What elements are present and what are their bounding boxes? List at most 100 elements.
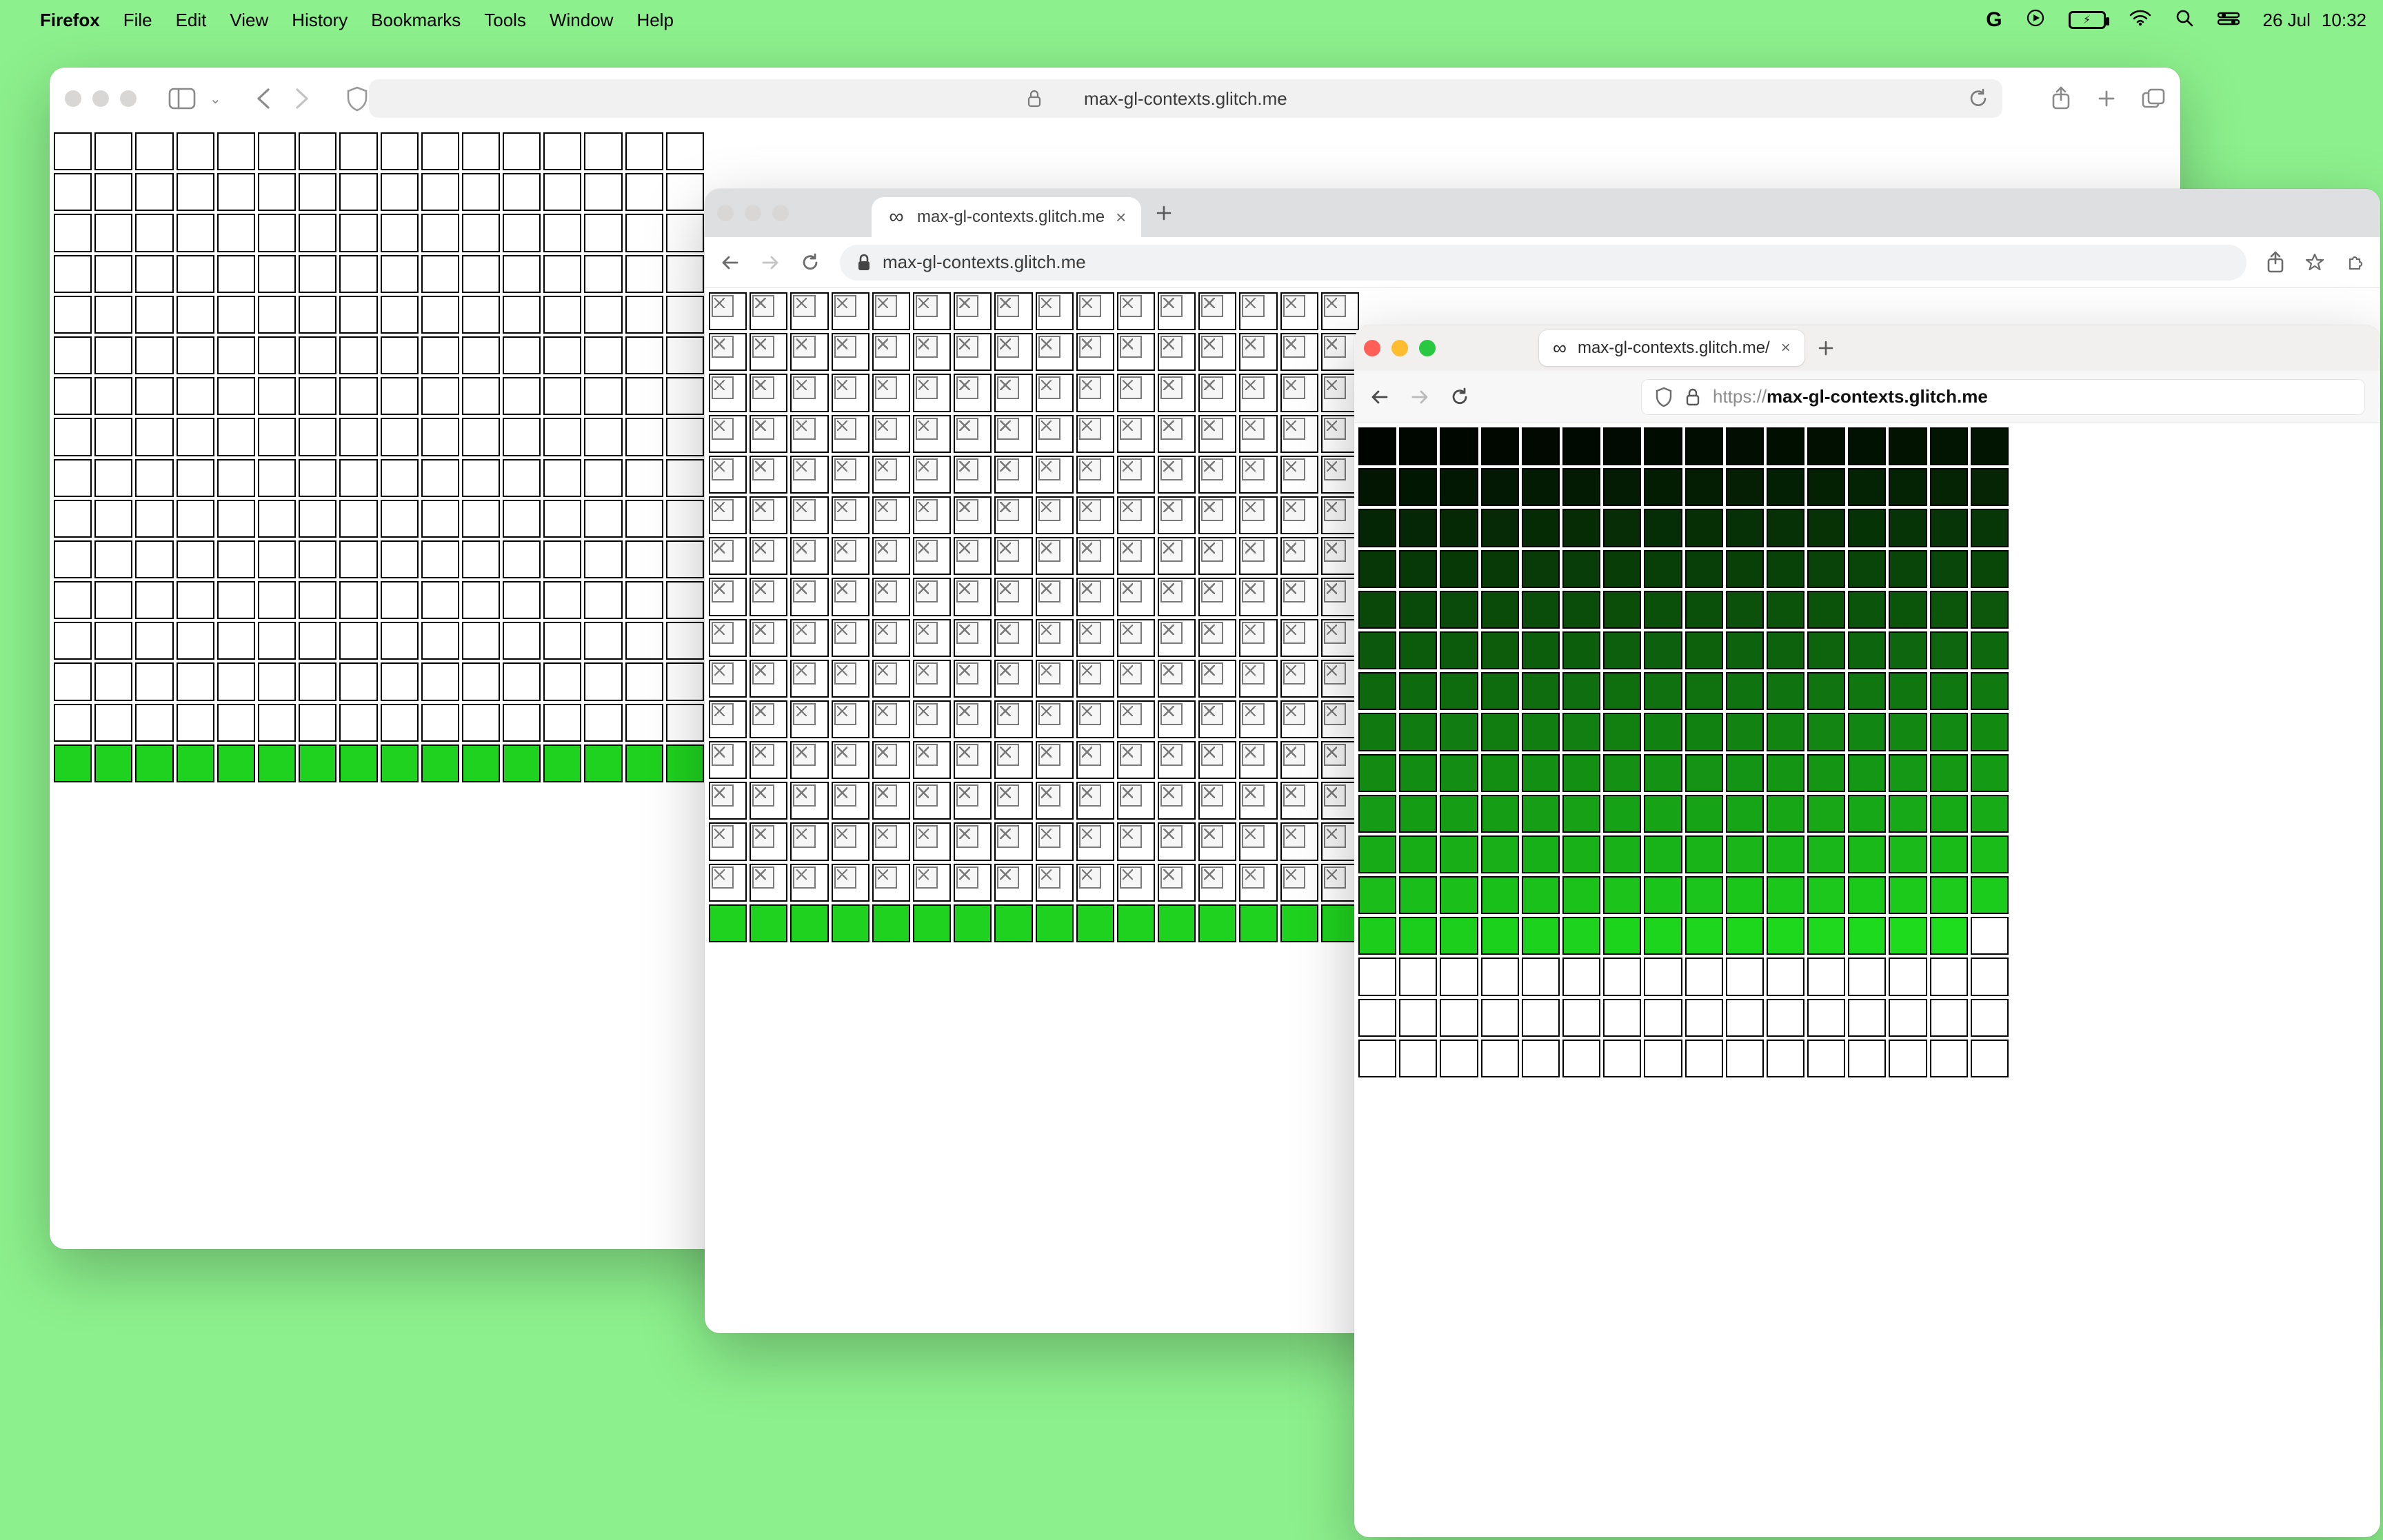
grid-cell bbox=[1726, 631, 1764, 669]
menu-history[interactable]: History bbox=[292, 10, 348, 31]
grid-cell bbox=[1076, 292, 1114, 330]
grid-cell bbox=[666, 704, 704, 742]
grid-cell bbox=[1358, 468, 1396, 506]
firefox-tab-active[interactable]: ∞ max-gl-contexts.glitch.me/ × bbox=[1539, 330, 1804, 366]
grid-cell bbox=[790, 496, 828, 534]
grid-cell bbox=[913, 415, 951, 453]
grid-cell bbox=[1321, 578, 1359, 616]
grid-cell bbox=[1930, 631, 1968, 669]
grid-cell bbox=[135, 540, 173, 578]
safari-back-icon[interactable] bbox=[254, 87, 272, 110]
firefox-close-button[interactable] bbox=[1364, 340, 1380, 356]
firefox-tab-close-icon[interactable]: × bbox=[1781, 338, 1791, 358]
grid-cell bbox=[1117, 456, 1155, 494]
safari-tabs-icon[interactable] bbox=[2142, 86, 2165, 111]
firefox-back-icon[interactable] bbox=[1369, 387, 1390, 407]
safari-forward-icon[interactable] bbox=[293, 87, 311, 110]
chrome-reload-icon[interactable] bbox=[800, 252, 821, 273]
safari-sidebar-icon[interactable] bbox=[168, 88, 196, 110]
grid-cell bbox=[1685, 1040, 1723, 1077]
grid-cell bbox=[1889, 631, 1927, 669]
firefox-forward-icon[interactable] bbox=[1409, 387, 1430, 407]
grammarly-icon[interactable]: G bbox=[1986, 10, 2002, 30]
chrome-extensions-icon[interactable] bbox=[2344, 251, 2365, 274]
safari-close-button[interactable] bbox=[65, 90, 81, 107]
menu-file[interactable]: File bbox=[123, 10, 152, 31]
grid-cell bbox=[1280, 782, 1318, 820]
grid-cell bbox=[1358, 550, 1396, 588]
grid-cell bbox=[832, 700, 869, 738]
grid-cell bbox=[790, 782, 828, 820]
grid-cell bbox=[381, 540, 419, 578]
safari-minimize-button[interactable] bbox=[92, 90, 109, 107]
firefox-traffic-lights[interactable] bbox=[1364, 340, 1436, 356]
menu-window[interactable]: Window bbox=[550, 10, 613, 31]
grid-cell bbox=[1358, 631, 1396, 669]
chrome-forward-icon[interactable] bbox=[760, 252, 781, 273]
chrome-tab-active[interactable]: ∞ max-gl-contexts.glitch.me × bbox=[872, 197, 1141, 237]
grid-cell bbox=[1889, 550, 1927, 588]
chrome-traffic-lights[interactable] bbox=[717, 205, 789, 221]
safari-traffic-lights[interactable] bbox=[65, 90, 137, 107]
grid-cell bbox=[135, 744, 173, 782]
grid-cell bbox=[872, 822, 910, 860]
grid-cell bbox=[1726, 1040, 1764, 1077]
grid-cell bbox=[339, 214, 377, 252]
grid-cell bbox=[421, 336, 459, 374]
safari-sidebar-caret-icon[interactable]: ⌄ bbox=[210, 90, 221, 108]
chrome-back-icon[interactable] bbox=[720, 252, 741, 273]
chrome-omnibox[interactable]: max-gl-contexts.glitch.me bbox=[840, 245, 2246, 281]
chrome-newtab-icon[interactable] bbox=[1148, 197, 1180, 229]
grid-cell bbox=[1644, 999, 1682, 1037]
grid-cell bbox=[462, 581, 500, 619]
chrome-zoom-button[interactable] bbox=[772, 205, 789, 221]
battery-icon[interactable]: ⚡︎ bbox=[2069, 11, 2106, 29]
menu-help[interactable]: Help bbox=[636, 10, 673, 31]
menu-bookmarks[interactable]: Bookmarks bbox=[371, 10, 461, 31]
chrome-close-button[interactable] bbox=[717, 205, 734, 221]
menu-view[interactable]: View bbox=[230, 10, 268, 31]
menubar-app-name[interactable]: Firefox bbox=[40, 10, 100, 31]
control-center-icon[interactable] bbox=[2218, 10, 2240, 30]
safari-privacy-shield-icon[interactable] bbox=[345, 85, 369, 112]
firefox-newtab-icon[interactable] bbox=[1811, 334, 1840, 363]
firefox-urlbar[interactable]: https://max-gl-contexts.glitch.me bbox=[1641, 379, 2365, 415]
menubar-clock[interactable]: 26 Jul 10:32 bbox=[2263, 10, 2366, 31]
grid-cell bbox=[543, 540, 581, 578]
chrome-share-icon[interactable] bbox=[2266, 251, 2285, 274]
chrome-minimize-button[interactable] bbox=[745, 205, 761, 221]
record-icon[interactable] bbox=[2026, 8, 2045, 32]
menu-tools[interactable]: Tools bbox=[484, 10, 526, 31]
grid-cell bbox=[1481, 427, 1519, 465]
grid-cell bbox=[1280, 374, 1318, 412]
safari-url-field[interactable]: max-gl-contexts.glitch.me bbox=[369, 79, 2002, 118]
grid-cell bbox=[299, 336, 336, 374]
grid-cell bbox=[1971, 713, 2009, 751]
wifi-icon[interactable] bbox=[2129, 10, 2151, 30]
firefox-zoom-button[interactable] bbox=[1419, 340, 1436, 356]
grid-cell bbox=[1807, 958, 1845, 995]
chrome-tab-close-icon[interactable]: × bbox=[1116, 207, 1126, 228]
grid-cell bbox=[1889, 876, 1927, 914]
grid-cell bbox=[1889, 509, 1927, 547]
spotlight-search-icon[interactable] bbox=[2175, 8, 2194, 32]
safari-zoom-button[interactable] bbox=[120, 90, 137, 107]
grid-cell bbox=[54, 662, 92, 700]
grid-cell bbox=[217, 296, 255, 334]
menu-edit[interactable]: Edit bbox=[176, 10, 207, 31]
grid-cell bbox=[584, 500, 622, 538]
grid-cell bbox=[666, 214, 704, 252]
firefox-minimize-button[interactable] bbox=[1391, 340, 1408, 356]
grid-cell bbox=[543, 744, 581, 782]
firefox-shield-icon[interactable] bbox=[1655, 387, 1673, 407]
grid-cell bbox=[1198, 741, 1236, 779]
safari-reload-icon[interactable] bbox=[1968, 88, 1989, 109]
safari-url-text: max-gl-contexts.glitch.me bbox=[1084, 88, 1287, 110]
safari-share-icon[interactable] bbox=[2051, 86, 2071, 111]
firefox-reload-icon[interactable] bbox=[1449, 387, 1470, 407]
chrome-star-icon[interactable] bbox=[2304, 251, 2325, 274]
grid-cell bbox=[1321, 292, 1359, 330]
grid-cell bbox=[1685, 631, 1723, 669]
grid-cell bbox=[1767, 591, 1804, 629]
safari-newtab-icon[interactable] bbox=[2096, 86, 2117, 111]
